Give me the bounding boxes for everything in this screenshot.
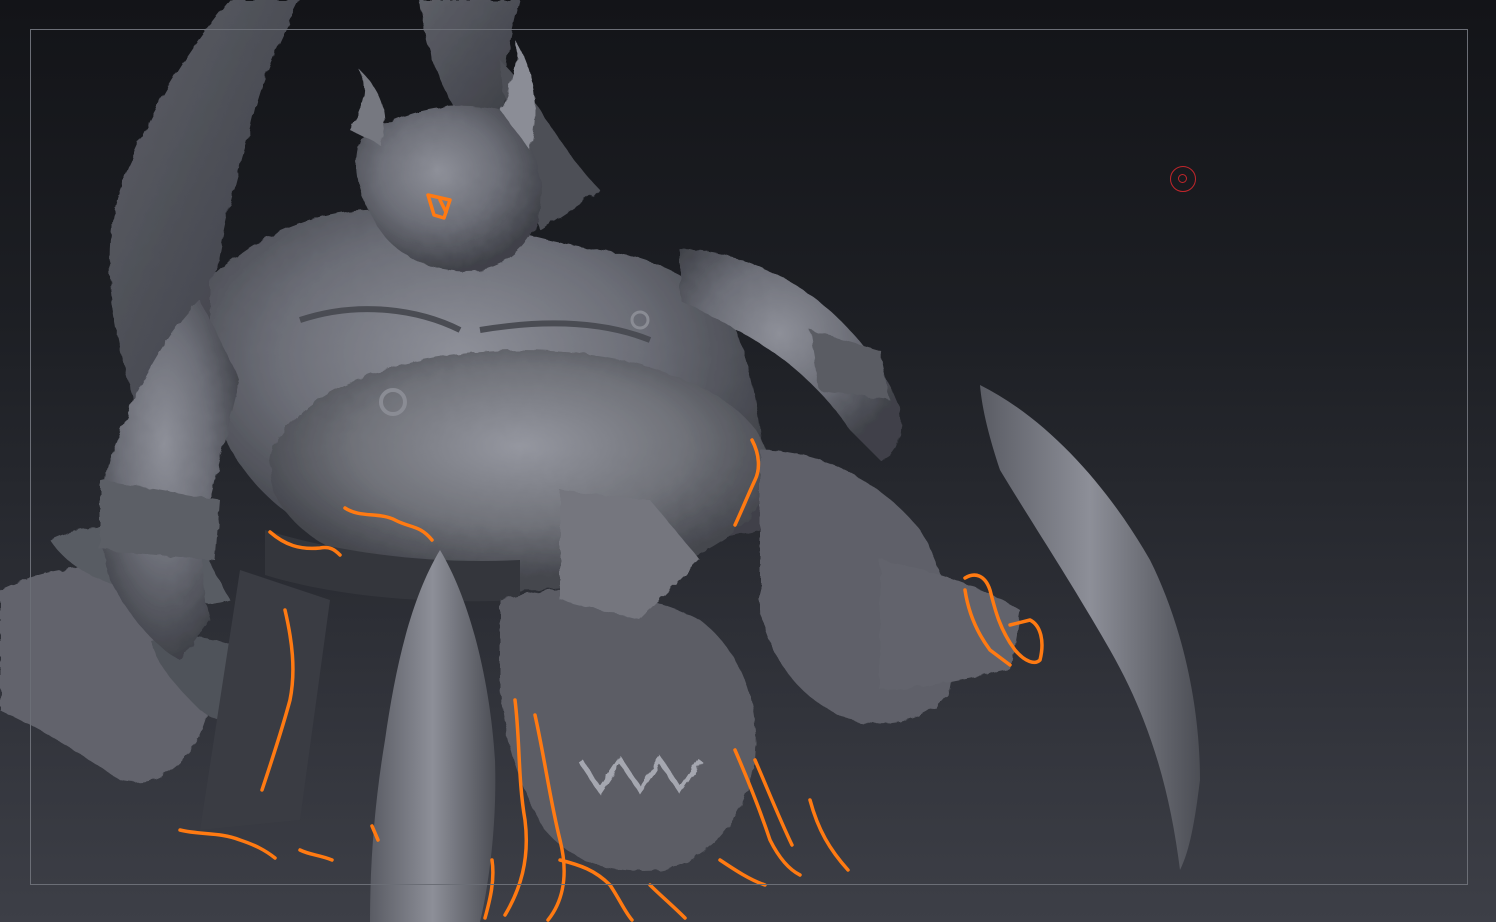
target-center-icon	[1178, 174, 1187, 183]
blade-front	[370, 550, 496, 922]
target-circle-icon[interactable]	[1170, 166, 1196, 192]
sculpt-model-render[interactable]	[0, 0, 1496, 922]
tentacle-right	[760, 450, 1020, 724]
sculpt-viewport[interactable]	[0, 0, 1496, 922]
